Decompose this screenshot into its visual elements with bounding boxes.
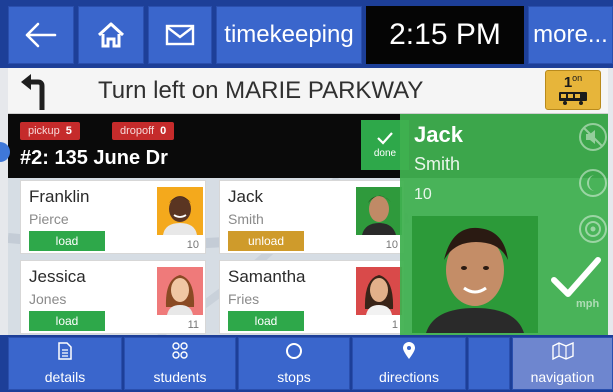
turn-left-icon bbox=[18, 72, 58, 112]
timekeeping-button[interactable]: timekeeping bbox=[216, 6, 362, 64]
student-first-name: Franklin bbox=[29, 187, 90, 206]
pickup-count: 5 bbox=[65, 125, 72, 137]
student-first-name: Jessica bbox=[29, 267, 86, 286]
nav-stops[interactable]: stops bbox=[238, 337, 350, 390]
nav-students-label: students bbox=[153, 369, 207, 385]
bus-count-value: 1 bbox=[563, 74, 573, 91]
circle-icon bbox=[285, 342, 303, 365]
clock: 2:15 PM bbox=[366, 6, 524, 64]
selected-number: 10 bbox=[414, 186, 432, 203]
nav-directions[interactable]: directions bbox=[352, 337, 466, 390]
student-last-name: Fries bbox=[228, 291, 260, 307]
student-card-jack[interactable]: Jack Smith unload 10 bbox=[219, 180, 405, 254]
stop-title: #2: 135 June Dr bbox=[20, 147, 168, 169]
back-button[interactable] bbox=[8, 6, 74, 64]
mail-button[interactable] bbox=[148, 6, 212, 64]
nav-stops-label: stops bbox=[277, 369, 311, 385]
target-icon[interactable] bbox=[578, 214, 608, 244]
nav-students[interactable]: students bbox=[124, 337, 236, 390]
student-last-name: Smith bbox=[228, 211, 264, 227]
more-label: more... bbox=[533, 21, 608, 48]
night-mode-icon[interactable] bbox=[578, 168, 608, 198]
student-photo bbox=[157, 267, 203, 315]
mute-icon[interactable] bbox=[578, 122, 608, 152]
student-number: 11 bbox=[187, 319, 199, 331]
selected-last-name: Smith bbox=[414, 154, 461, 174]
selected-student-panel[interactable]: Jack Smith 10 mph bbox=[400, 114, 608, 335]
more-button[interactable]: more... bbox=[528, 6, 613, 64]
bus-count-suffix: on bbox=[572, 73, 583, 83]
student-number: 1 bbox=[391, 319, 398, 331]
speed-unit: mph bbox=[576, 298, 600, 310]
pickup-label: pickup bbox=[28, 125, 60, 137]
student-card-franklin[interactable]: Franklin Pierce load 10 bbox=[20, 180, 206, 254]
app-screen: timekeeping 2:15 PM more... Turn left on… bbox=[0, 0, 613, 392]
nav-directions-label: directions bbox=[379, 369, 439, 385]
document-icon bbox=[58, 342, 72, 365]
mail-icon bbox=[165, 24, 195, 46]
student-number: 10 bbox=[186, 239, 199, 251]
direction-bar: Turn left on MARIE PARKWAY 1on bbox=[8, 68, 608, 114]
nav-navigation-label: navigation bbox=[530, 369, 595, 385]
map-icon bbox=[551, 341, 574, 365]
home-button[interactable] bbox=[78, 6, 144, 64]
top-bar: timekeeping 2:15 PM more... bbox=[0, 0, 613, 68]
location-pin-icon bbox=[402, 342, 416, 365]
student-photo bbox=[356, 187, 402, 235]
bottom-nav: details students stops directions naviga… bbox=[0, 335, 613, 392]
student-last-name: Jones bbox=[29, 291, 67, 307]
home-icon bbox=[96, 21, 126, 49]
student-number: 10 bbox=[385, 239, 398, 251]
bus-icon bbox=[558, 91, 588, 110]
check-icon[interactable] bbox=[550, 254, 602, 302]
pickup-badge: pickup 5 bbox=[20, 122, 80, 140]
check-icon bbox=[376, 131, 394, 148]
arrow-left-icon bbox=[25, 22, 57, 48]
students-icon bbox=[170, 342, 190, 365]
nav-spacer bbox=[468, 337, 510, 390]
load-button[interactable]: load bbox=[29, 231, 105, 251]
bus-count-badge[interactable]: 1on bbox=[545, 70, 601, 110]
student-card-jessica[interactable]: Jessica Jones load 11 bbox=[20, 260, 206, 334]
nav-details[interactable]: details bbox=[8, 337, 122, 390]
dropoff-badge: dropoff 0 bbox=[112, 122, 175, 140]
student-card-samantha[interactable]: Samantha Fries load 1 bbox=[219, 260, 405, 334]
done-label: done bbox=[373, 148, 397, 159]
student-photo bbox=[356, 267, 402, 315]
load-button[interactable]: load bbox=[228, 311, 304, 331]
dropoff-label: dropoff bbox=[120, 125, 155, 137]
selected-first-name: Jack bbox=[414, 122, 463, 147]
unload-button[interactable]: unload bbox=[228, 231, 304, 251]
direction-instruction: Turn left on MARIE PARKWAY bbox=[98, 77, 424, 104]
student-first-name: Samantha bbox=[228, 267, 306, 286]
timekeeping-label: timekeeping bbox=[224, 21, 354, 48]
nav-details-label: details bbox=[44, 369, 86, 385]
dropoff-count: 0 bbox=[160, 125, 167, 137]
selected-student-photo bbox=[412, 216, 538, 333]
student-first-name: Jack bbox=[228, 187, 263, 206]
bus-count: 1on bbox=[564, 70, 582, 91]
load-button[interactable]: load bbox=[29, 311, 105, 331]
nav-navigation[interactable]: navigation bbox=[512, 337, 613, 390]
student-last-name: Pierce bbox=[29, 211, 69, 227]
student-photo bbox=[157, 187, 203, 235]
